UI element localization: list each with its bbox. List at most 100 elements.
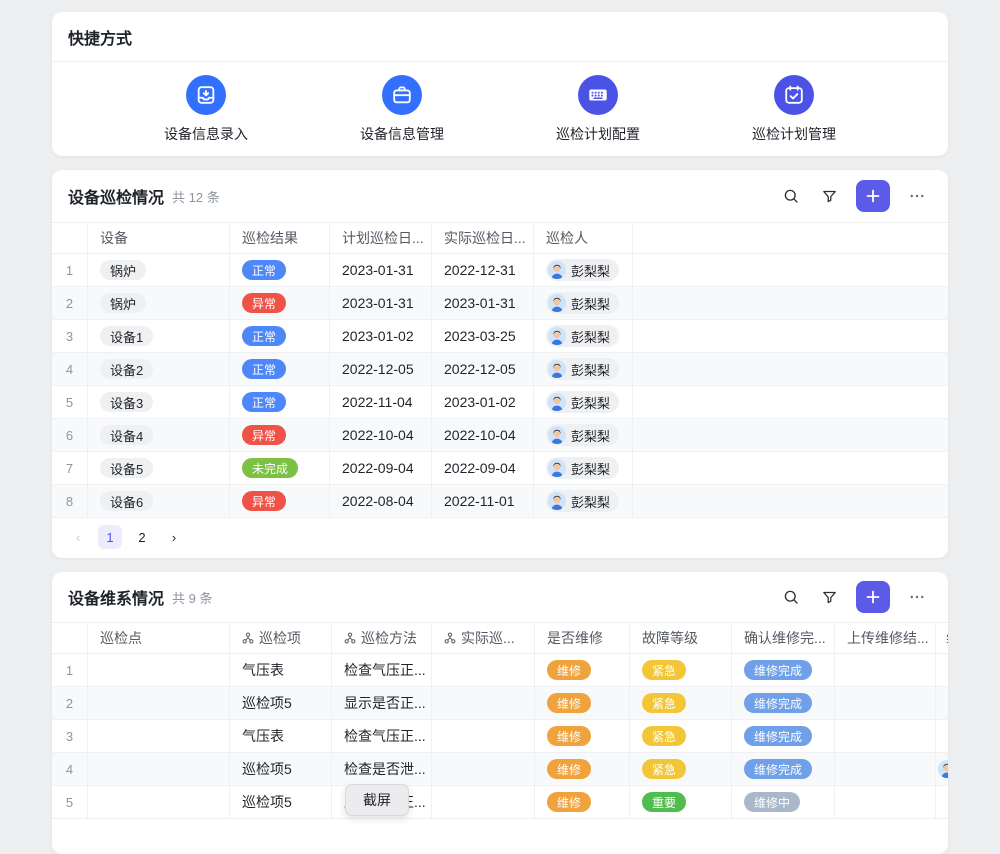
cell-repair[interactable]: 维修 — [535, 753, 630, 785]
cell-level[interactable]: 紧急 — [630, 720, 732, 752]
table-row[interactable]: 3 设备1 正常 2023-01-02 2023-03-25 彭梨梨 — [52, 320, 948, 353]
filter-icon[interactable] — [814, 582, 844, 612]
cell-point[interactable] — [88, 720, 230, 752]
cell-planned-date[interactable]: 2023-01-02 — [330, 320, 432, 352]
shortcut-plan-config[interactable]: 巡检计划配置 — [500, 75, 696, 144]
cell-inspector[interactable]: 彭梨梨 — [534, 254, 633, 286]
cell-confirm[interactable]: 维修完成 — [732, 654, 835, 686]
cell-level[interactable]: 重要 — [630, 786, 732, 818]
search-icon[interactable] — [776, 181, 806, 211]
cell-actual[interactable] — [432, 786, 535, 818]
cell-actual[interactable] — [432, 654, 535, 686]
shortcut-plan-manage[interactable]: 巡检计划管理 — [696, 75, 892, 144]
cell-upload[interactable] — [835, 786, 936, 818]
cell-planned-date[interactable]: 2022-10-04 — [330, 419, 432, 451]
cell-repair[interactable]: 维修 — [535, 687, 630, 719]
cell-device[interactable]: 设备5 — [88, 452, 230, 484]
column-header-upload[interactable]: 上传维修结... — [835, 623, 936, 653]
column-header-device[interactable]: 设备 — [88, 223, 230, 253]
cell-cutoff[interactable] — [936, 720, 948, 752]
cell-repair[interactable]: 维修 — [535, 654, 630, 686]
cell-confirm[interactable]: 维修中 — [732, 786, 835, 818]
table-row[interactable]: 3 气压表 检查气压正... 维修 紧急 维修完成 — [52, 720, 948, 753]
table-row[interactable]: 1 锅炉 正常 2023-01-31 2022-12-31 彭梨梨 — [52, 254, 948, 287]
cell-planned-date[interactable]: 2022-11-04 — [330, 386, 432, 418]
add-record-button[interactable] — [856, 180, 890, 212]
cell-device[interactable]: 设备3 — [88, 386, 230, 418]
cell-result[interactable]: 异常 — [230, 485, 330, 517]
cell-result[interactable]: 正常 — [230, 254, 330, 286]
table-row[interactable]: 2 锅炉 异常 2023-01-31 2023-01-31 彭梨梨 — [52, 287, 948, 320]
cell-cutoff[interactable] — [936, 786, 948, 818]
cell-inspector[interactable]: 彭梨梨 — [534, 386, 633, 418]
table-row[interactable]: 8 设备6 异常 2022-08-04 2022-11-01 彭梨梨 — [52, 485, 948, 518]
cell-planned-date[interactable]: 2023-01-31 — [330, 287, 432, 319]
column-header-cutoff[interactable]: 维 — [936, 623, 948, 653]
table-row[interactable]: 2 巡检项5 显示是否正... 维修 紧急 维修完成 — [52, 687, 948, 720]
column-header-result[interactable]: 巡检结果 — [230, 223, 330, 253]
pagination-next-icon[interactable]: › — [162, 525, 186, 549]
cell-point[interactable] — [88, 786, 230, 818]
column-header-item[interactable]: 巡检项 — [230, 623, 332, 653]
pagination-page-1[interactable]: 1 — [98, 525, 122, 549]
cell-item[interactable]: 巡检项5 — [230, 687, 332, 719]
cell-confirm[interactable]: 维修完成 — [732, 720, 835, 752]
cell-upload[interactable] — [835, 654, 936, 686]
cell-method[interactable]: 检查气压正... — [332, 654, 432, 686]
cell-result[interactable]: 正常 — [230, 386, 330, 418]
cell-device[interactable]: 设备4 — [88, 419, 230, 451]
cell-planned-date[interactable]: 2023-01-31 — [330, 254, 432, 286]
cell-method[interactable]: 检查是否泄... — [332, 753, 432, 785]
cell-actual-date[interactable]: 2022-09-04 — [432, 452, 534, 484]
cell-device[interactable]: 设备6 — [88, 485, 230, 517]
filter-icon[interactable] — [814, 181, 844, 211]
cell-inspector[interactable]: 彭梨梨 — [534, 320, 633, 352]
more-icon[interactable] — [902, 181, 932, 211]
cell-actual[interactable] — [432, 687, 535, 719]
table-row[interactable]: 5 设备3 正常 2022-11-04 2023-01-02 彭梨梨 — [52, 386, 948, 419]
cell-planned-date[interactable]: 2022-08-04 — [330, 485, 432, 517]
cell-level[interactable]: 紧急 — [630, 687, 732, 719]
cell-upload[interactable] — [835, 687, 936, 719]
cell-point[interactable] — [88, 654, 230, 686]
cell-point[interactable] — [88, 687, 230, 719]
cell-item[interactable]: 巡检项5 — [230, 753, 332, 785]
cell-device[interactable]: 设备1 — [88, 320, 230, 352]
column-header-planned[interactable]: 计划巡检日... — [330, 223, 432, 253]
cell-actual-date[interactable]: 2022-10-04 — [432, 419, 534, 451]
cell-item[interactable]: 气压表 — [230, 654, 332, 686]
cell-level[interactable]: 紧急 — [630, 753, 732, 785]
add-record-button[interactable] — [856, 581, 890, 613]
cell-planned-date[interactable]: 2022-12-05 — [330, 353, 432, 385]
column-header-actual[interactable]: 实际巡检日... — [432, 223, 534, 253]
cell-actual[interactable] — [432, 753, 535, 785]
cell-method[interactable]: 检查气压正... — [332, 720, 432, 752]
cell-device[interactable]: 锅炉 — [88, 287, 230, 319]
cell-repair[interactable]: 维修 — [535, 720, 630, 752]
column-header-inspector[interactable]: 巡检人 — [534, 223, 633, 253]
cell-result[interactable]: 异常 — [230, 419, 330, 451]
pagination-page-2[interactable]: 2 — [130, 525, 154, 549]
cell-inspector[interactable]: 彭梨梨 — [534, 485, 633, 517]
cell-actual-date[interactable]: 2022-12-31 — [432, 254, 534, 286]
cell-method[interactable]: 显示是否正... — [332, 687, 432, 719]
cell-planned-date[interactable]: 2022-09-04 — [330, 452, 432, 484]
cell-result[interactable]: 正常 — [230, 353, 330, 385]
table-row[interactable]: 7 设备5 未完成 2022-09-04 2022-09-04 彭梨梨 — [52, 452, 948, 485]
cell-point[interactable] — [88, 753, 230, 785]
cell-device[interactable]: 锅炉 — [88, 254, 230, 286]
table-row[interactable]: 5 巡检项5 显示是否正... 维修 重要 维修中 — [52, 786, 948, 819]
cell-actual-date[interactable]: 2022-12-05 — [432, 353, 534, 385]
cell-confirm[interactable]: 维修完成 — [732, 753, 835, 785]
column-header-actual[interactable]: 实际巡... — [432, 623, 535, 653]
cell-result[interactable]: 正常 — [230, 320, 330, 352]
cell-inspector[interactable]: 彭梨梨 — [534, 452, 633, 484]
cell-upload[interactable] — [835, 720, 936, 752]
cell-inspector[interactable]: 彭梨梨 — [534, 353, 633, 385]
cell-cutoff[interactable] — [936, 654, 948, 686]
search-icon[interactable] — [776, 582, 806, 612]
cell-cutoff[interactable] — [936, 753, 948, 785]
column-header-point[interactable]: 巡检点 — [88, 623, 230, 653]
cell-confirm[interactable]: 维修完成 — [732, 687, 835, 719]
cell-inspector[interactable]: 彭梨梨 — [534, 419, 633, 451]
